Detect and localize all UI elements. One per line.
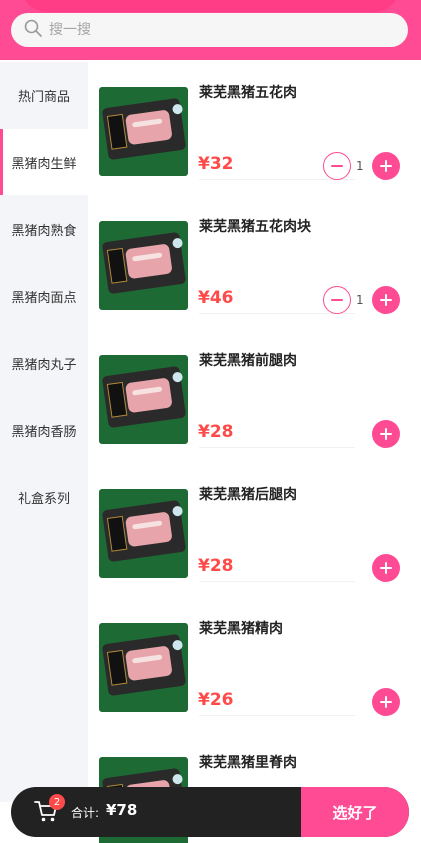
add-to-cart-button[interactable]	[372, 554, 400, 582]
sidebar-item-label: 黑猪肉丸子	[11, 357, 77, 373]
add-to-cart-button[interactable]	[372, 688, 400, 716]
divider	[199, 581, 355, 582]
quantity-value: 1	[356, 293, 364, 307]
total-value: ¥78	[106, 801, 138, 819]
add-to-cart-button[interactable]	[372, 420, 400, 448]
product-image[interactable]	[99, 355, 188, 444]
decrease-quantity-button[interactable]	[323, 286, 351, 314]
cart-count-badge: 2	[49, 794, 65, 810]
sidebar-item-label: 黑猪肉熟食	[11, 223, 77, 239]
total-label: 合计:	[71, 806, 100, 820]
plus-icon	[380, 294, 392, 306]
product-name: 莱芜黑猪前腿肉	[199, 353, 297, 369]
search-bar[interactable]	[11, 13, 408, 47]
sidebar-item-pastry[interactable]: 黑猪肉面点	[0, 263, 88, 329]
product-price: ¥28	[198, 556, 234, 576]
plus-icon	[380, 562, 392, 574]
search-icon	[23, 18, 43, 42]
sidebar-item-cooked[interactable]: 黑猪肉熟食	[0, 196, 88, 262]
product-image[interactable]	[99, 489, 188, 578]
product-price: ¥32	[198, 154, 234, 174]
sidebar-item-fresh[interactable]: 黑猪肉生鲜	[0, 129, 88, 195]
product-card[interactable]: 莱芜黑猪后腿肉 ¥28	[88, 464, 421, 598]
sidebar-item-label: 黑猪肉香肠	[11, 424, 77, 440]
minus-icon	[331, 299, 343, 301]
sidebar-item-label: 黑猪肉面点	[11, 290, 77, 306]
sidebar-item-hot[interactable]: 热门商品	[0, 62, 88, 128]
product-card[interactable]: 莱芜黑猪前腿肉 ¥28	[88, 330, 421, 464]
plus-icon	[380, 160, 392, 172]
product-card[interactable]: 莱芜黑猪五花肉块 ¥46 1	[88, 196, 421, 330]
divider	[199, 447, 355, 448]
header-decoration	[22, 0, 399, 12]
product-name: 莱芜黑猪里脊肉	[199, 755, 297, 771]
product-name: 莱芜黑猪五花肉块	[199, 219, 311, 235]
product-card[interactable]: 莱芜黑猪五花肉 ¥32 1	[88, 62, 421, 196]
sidebar-item-label: 黑猪肉生鲜	[11, 156, 77, 172]
sidebar-item-meatballs[interactable]: 黑猪肉丸子	[0, 330, 88, 396]
search-input[interactable]	[49, 22, 349, 38]
product-image[interactable]	[99, 221, 188, 310]
product-name: 莱芜黑猪五花肉	[199, 85, 297, 101]
sidebar-item-sausage[interactable]: 黑猪肉香肠	[0, 397, 88, 463]
product-price: ¥46	[198, 288, 234, 308]
product-name: 莱芜黑猪后腿肉	[199, 487, 297, 503]
sidebar-item-giftbox[interactable]: 礼盒系列	[0, 464, 88, 530]
product-image[interactable]	[99, 623, 188, 712]
product-price: ¥28	[198, 422, 234, 442]
plus-icon	[380, 696, 392, 708]
quantity-value: 1	[356, 159, 364, 173]
sidebar-item-label: 热门商品	[17, 89, 70, 105]
sidebar-item-label: 礼盒系列	[17, 491, 70, 507]
increase-quantity-button[interactable]	[372, 152, 400, 180]
header-bar	[0, 0, 421, 60]
confirm-selection-button[interactable]: 选好了	[301, 787, 409, 837]
divider	[199, 715, 355, 716]
category-sidebar: 热门商品 黑猪肉生鲜 黑猪肉熟食 黑猪肉面点 黑猪肉丸子 黑猪肉香肠 礼盒系列	[0, 62, 88, 802]
product-price: ¥26	[198, 690, 234, 710]
product-image[interactable]	[99, 87, 188, 176]
increase-quantity-button[interactable]	[372, 286, 400, 314]
decrease-quantity-button[interactable]	[323, 152, 351, 180]
cart-bar: 2 合计: ¥78 选好了	[11, 787, 409, 837]
minus-icon	[331, 165, 343, 167]
product-name: 莱芜黑猪精肉	[199, 621, 283, 637]
product-card[interactable]: 莱芜黑猪精肉 ¥26	[88, 598, 421, 732]
plus-icon	[380, 428, 392, 440]
